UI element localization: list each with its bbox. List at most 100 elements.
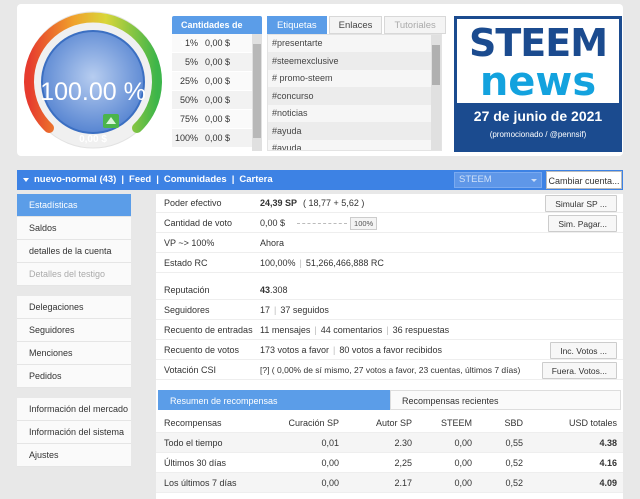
label: Reputación — [164, 285, 210, 295]
sidebar-item[interactable]: Estadísticas — [17, 194, 131, 217]
tab-tutoriales: Tutoriales — [384, 16, 446, 34]
vote-amount-row[interactable]: 25% 0,00 $ — [172, 72, 262, 91]
rewards-cell: 4.16 — [599, 458, 617, 468]
sidebar-item[interactable]: Información del sistema — [17, 421, 131, 444]
vote-amount-row[interactable]: 50% 0,00 $ — [172, 91, 262, 110]
chevron-down-icon — [531, 179, 537, 182]
change-account-button[interactable]: Cambiar cuenta... — [546, 171, 622, 189]
vote-amounts-header: Cantidades de voto — [172, 16, 262, 48]
rewards-cell: 0,52 — [505, 458, 523, 468]
sidebar-item[interactable]: detalles de la cuenta — [17, 240, 131, 263]
nav-link-comunidades[interactable]: Comunidades — [164, 170, 227, 190]
vote-up-button[interactable] — [103, 114, 119, 128]
followers-count[interactable]: 17 — [260, 305, 270, 315]
vote-amount-percent: 50% — [179, 95, 198, 105]
tag-list-item[interactable]: #steemexclusive — [268, 52, 441, 70]
tag-list-item[interactable]: #ayuda — [268, 140, 441, 150]
reputation-dec: .308 — [270, 285, 288, 295]
rewards-cell: Todo el tiempo — [164, 438, 223, 448]
vote-amount-row[interactable]: 5% 0,00 $ — [172, 53, 262, 72]
nav-link-cartera[interactable]: Cartera — [239, 170, 272, 190]
tag-list-item[interactable]: #concurso — [268, 87, 441, 105]
sidebar-group-info: Información del mercado Información del s… — [17, 398, 131, 467]
incoming-votes-button[interactable]: Inc. Votos ... — [550, 342, 617, 359]
voting-power-percent: 100.00 % — [40, 78, 146, 106]
vp-value: Ahora — [260, 238, 285, 248]
replies-count: 36 respuestas — [392, 325, 450, 335]
following-count[interactable]: 37 seguidos — [280, 305, 329, 315]
label: Votación CSI — [164, 365, 217, 375]
rewards-cell: 4.38 — [599, 438, 617, 448]
currency-select-value: STEEM — [459, 174, 492, 185]
news-date-banner: 27 de junio de 2021 (promocionado / @pen… — [457, 103, 619, 149]
upvotes-count: 173 votos a favor — [260, 345, 330, 355]
rewards-cell: 0,55 — [505, 438, 523, 448]
row-vp: VP ~> 100% Ahora — [156, 234, 623, 253]
steem-news-banner[interactable]: STEEM news 27 de junio de 2021 (promocio… — [454, 16, 622, 152]
nav-separator: | — [121, 174, 125, 185]
tag-list-item[interactable]: #ayuda — [268, 122, 441, 140]
posts-count: 11 mensajes — [260, 325, 311, 335]
upvotes-received: 80 votos a favor recibidos — [339, 345, 442, 355]
vote-weight-handle[interactable]: 100% — [350, 216, 378, 230]
tag-list-item[interactable]: #presentarte — [268, 35, 441, 53]
simulate-payout-button[interactable]: Sim. Pagar... — [548, 215, 617, 232]
nav-separator: | — [231, 174, 235, 185]
rewards-cell: 2,25 — [394, 458, 412, 468]
tag-list-scrollbar[interactable] — [431, 35, 441, 150]
label: VP ~> 100% — [164, 238, 215, 248]
rewards-cell: 0,00 — [454, 438, 472, 448]
label: Poder efectivo — [164, 198, 222, 208]
nav-link-feed[interactable]: Feed — [129, 170, 151, 190]
tag-list-item[interactable]: # promo-steem — [268, 70, 441, 88]
account-navbar: nuevo-normal (43) | Feed | Comunidades |… — [17, 170, 623, 190]
sidebar-item[interactable]: Ajustes — [17, 444, 131, 467]
row-votes: Recuento de votos 173 votos a favor | 80 … — [156, 341, 623, 360]
row-followers: Seguidores 17 | 37 seguidos — [156, 301, 623, 320]
rewards-cell: 0,00 — [321, 478, 339, 488]
sidebar-item[interactable]: Pedidos — [17, 365, 131, 388]
chevron-down-icon[interactable] — [23, 178, 29, 182]
account-name-link[interactable]: nuevo-normal (43) — [34, 170, 116, 190]
vote-amount-value: 0,00 $ — [205, 95, 231, 105]
outgoing-votes-button[interactable]: Fuera. Votos... — [541, 362, 617, 379]
rewards-column-header: Autor SP — [375, 418, 412, 428]
simulate-sp-button[interactable]: Simular SP ... — [545, 195, 617, 212]
currency-select[interactable]: STEEM — [454, 172, 542, 188]
sidebar-item[interactable]: Información del mercado — [17, 398, 131, 421]
row-vote-amount: Cantidad de voto 0,00 $ 100% Sim. Pagar.… — [156, 214, 623, 233]
statistics-panel: Poder efectivo 24,39 SP ( 18,77 + 5,62 )… — [156, 194, 623, 499]
rewards-column-header: Curación SP — [288, 418, 339, 428]
vote-amount-percent: 75% — [179, 114, 198, 124]
label: Seguidores — [164, 305, 210, 315]
rewards-row: Todo el tiempo 0,01 2.30 0,00 0,55 4.38 — [156, 433, 623, 453]
sidebar-item[interactable]: Delegaciones — [17, 296, 131, 319]
tab-recent-rewards[interactable]: Recompensas recientes — [390, 390, 621, 410]
tag-list: #presentarte #steemexclusive # promo-steem… — [267, 34, 442, 151]
label: Recuento de entradas — [164, 325, 253, 335]
sidebar-item[interactable]: Saldos — [17, 217, 131, 240]
top-panel: 100.00 % 0,00 $ Cantidades de voto 1% 0,0… — [17, 4, 623, 156]
rewards-column-header: STEEM — [440, 418, 472, 428]
rewards-cell: 0,01 — [321, 438, 339, 448]
tab-rewards-summary[interactable]: Resumen de recompensas — [158, 390, 390, 410]
label: Recuento de votos — [164, 345, 240, 355]
news-promo: (promocionado / @pennsif) — [489, 130, 587, 139]
rewards-cell: 4.09 — [599, 478, 617, 488]
rewards-cell: 0,00 — [454, 478, 472, 488]
vote-weight-slider[interactable] — [297, 222, 348, 224]
rewards-cell: 0,00 — [321, 458, 339, 468]
row-reputation: Reputación 43 .308 — [156, 281, 623, 300]
vote-amount-row[interactable]: 75% 0,00 $ — [172, 110, 262, 129]
vote-amounts-scrollbar[interactable] — [252, 34, 262, 151]
tag-list-item[interactable]: #noticias — [268, 105, 441, 123]
tab-enlaces[interactable]: Enlaces — [328, 16, 383, 34]
rewards-column-header: USD totales — [568, 418, 617, 428]
vote-amount-value: 0,00 $ — [205, 76, 231, 86]
vote-amount-row[interactable]: 100% 0,00 $ — [172, 129, 262, 148]
tab-etiquetas[interactable]: Etiquetas — [267, 16, 327, 34]
csi-value: [?] ( 0,00% de sí mismo, 27 votos a favo… — [260, 365, 521, 375]
rewards-cell: Los últimos 7 días — [164, 478, 237, 488]
sidebar-item[interactable]: Seguidores — [17, 319, 131, 342]
sidebar-item[interactable]: Menciones — [17, 342, 131, 365]
